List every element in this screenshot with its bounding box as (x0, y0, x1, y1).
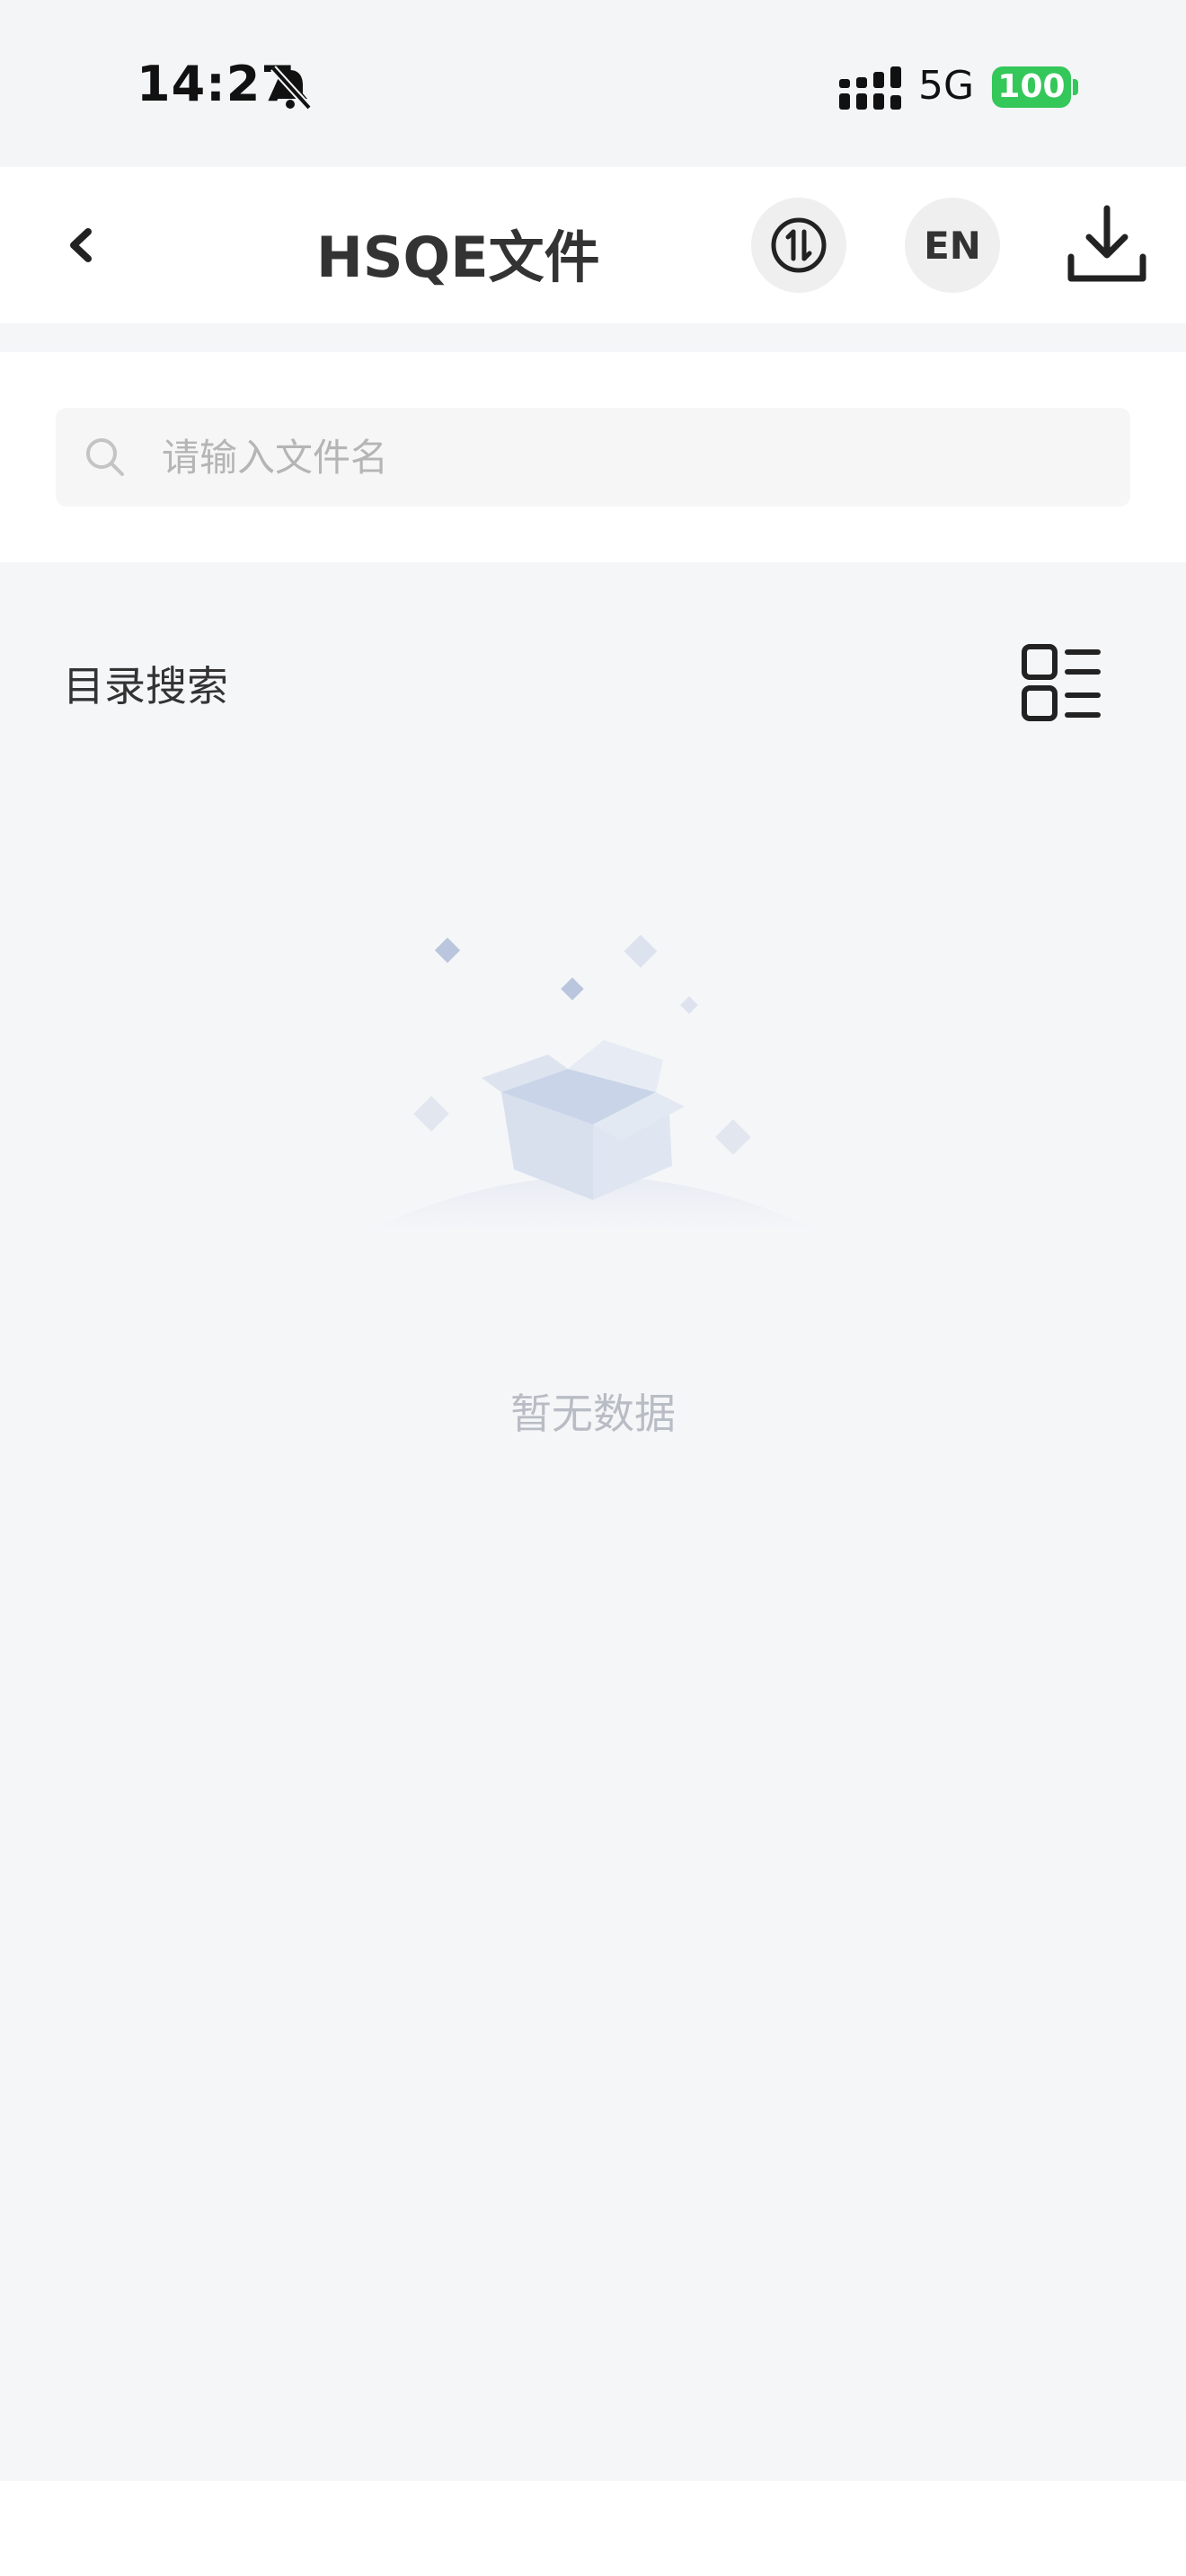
search-section (0, 352, 1186, 562)
status-bar: 14:27 5G 100 (0, 0, 1186, 167)
search-box[interactable] (56, 408, 1130, 507)
nav-bar: HSQE文件 EN (0, 167, 1186, 323)
battery-indicator: 100 (992, 66, 1071, 108)
empty-box-icon (368, 934, 818, 1231)
directory-search-label: 目录搜索 (63, 662, 228, 710)
sort-swap-button[interactable] (751, 198, 846, 293)
search-input[interactable] (162, 408, 1096, 507)
battery-cap (1073, 79, 1078, 95)
bottom-bar (0, 2481, 1186, 2576)
empty-state-message: 暂无数据 (510, 1389, 676, 1438)
bell-slash-icon (270, 66, 312, 110)
screen: 14:27 5G 100 HSQE文件 EN 请输入文件名 目录搜索 暂无数据 (0, 0, 1186, 2576)
signal-icon (839, 66, 901, 110)
sort-swap-icon (771, 217, 827, 273)
network-type: 5G (918, 63, 975, 109)
list-grid-icon[interactable] (1021, 643, 1103, 726)
back-chevron-icon[interactable] (54, 214, 108, 277)
page-title: HSQE文件 (316, 225, 600, 290)
search-icon (86, 438, 124, 476)
language-button[interactable]: EN (905, 198, 1000, 293)
download-icon[interactable] (1066, 201, 1148, 287)
